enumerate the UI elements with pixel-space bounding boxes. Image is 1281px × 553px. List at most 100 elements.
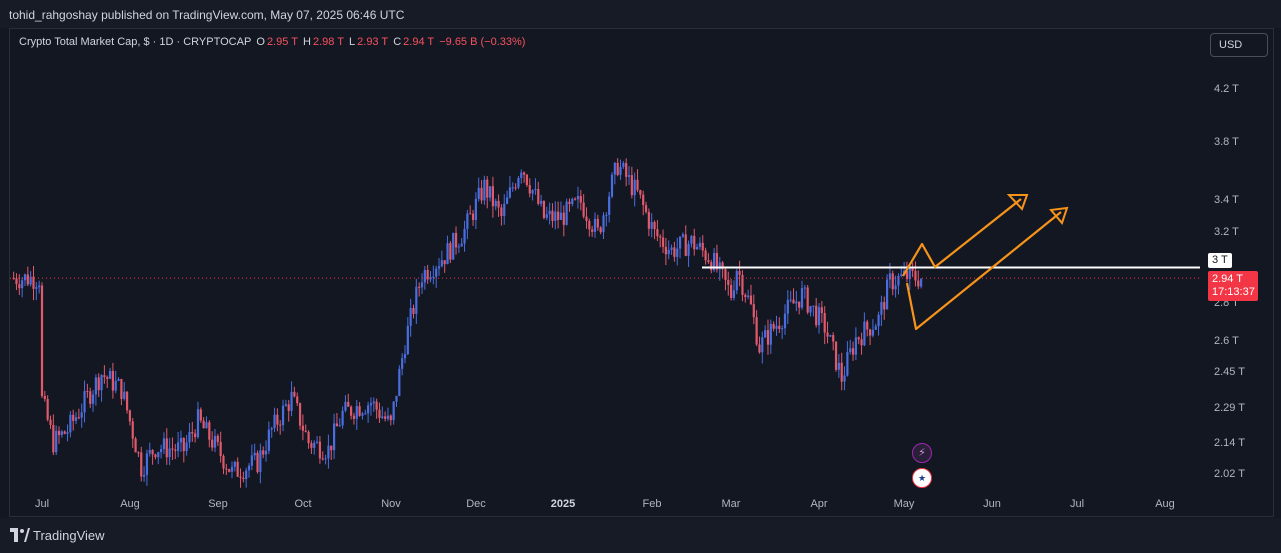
price-tick: 3.4 T — [1214, 194, 1239, 206]
publisher-bar: tohid_rahgoshay published on TradingView… — [0, 0, 1281, 28]
candle-body — [508, 187, 512, 198]
candle-body — [298, 403, 302, 426]
chart-pane[interactable]: Crypto Total Market Cap, $ · 1D · CRYPTO… — [9, 28, 1274, 517]
price-tick: 2.29 T — [1214, 402, 1245, 414]
candle-body — [704, 250, 707, 261]
time-tick: Jul — [1069, 498, 1085, 510]
candle-body — [38, 285, 41, 288]
candle-body — [120, 379, 123, 399]
candle-body — [86, 391, 89, 393]
candle-body — [574, 198, 577, 200]
price-tick: 2.45 T — [1214, 366, 1245, 378]
candle-body — [264, 450, 268, 455]
candle-body — [815, 305, 818, 326]
candle-body — [304, 430, 307, 432]
high-key: H — [303, 36, 311, 48]
candle-body — [803, 287, 806, 289]
candle-body — [596, 218, 599, 228]
price-chart[interactable] — [10, 29, 1273, 516]
candle-body — [764, 330, 767, 338]
candle-body — [318, 441, 322, 459]
candle-body — [786, 299, 789, 314]
open-key: O — [256, 36, 265, 48]
currency-button[interactable]: USD — [1210, 33, 1268, 57]
candle-body — [432, 276, 435, 278]
candle-body — [440, 260, 443, 267]
candle-body — [769, 323, 772, 345]
candle-body — [154, 454, 157, 458]
candle-body — [520, 172, 523, 178]
candle-body — [358, 406, 361, 416]
open-value: 2.95 T — [266, 36, 298, 48]
candle-body — [644, 205, 648, 212]
candle-body — [253, 452, 256, 456]
candle-body — [423, 269, 426, 283]
candle-body — [695, 246, 699, 250]
candle-body — [384, 416, 387, 419]
candle-body — [310, 443, 313, 448]
candle-body — [639, 190, 642, 195]
us-flag-icon[interactable]: ★ — [912, 468, 932, 488]
candle-body — [392, 401, 395, 421]
candle-body — [880, 302, 883, 315]
candle-body — [605, 214, 608, 216]
candle-body — [367, 405, 370, 414]
candle-body — [832, 335, 835, 342]
candle-body — [128, 410, 132, 422]
candle-body — [534, 189, 537, 191]
candle-body — [327, 445, 330, 459]
candle-body — [525, 174, 529, 186]
candle-body — [474, 198, 477, 221]
candle-body — [293, 391, 296, 397]
candle-body — [766, 330, 770, 345]
time-tick: Mar — [721, 498, 741, 510]
candle-body — [551, 210, 554, 221]
candles — [12, 158, 923, 488]
candle-body — [568, 201, 571, 205]
candle-body — [205, 422, 208, 429]
candle-body — [403, 354, 407, 359]
candle-body — [239, 476, 242, 478]
candle-body — [466, 213, 469, 229]
candle-body — [313, 442, 316, 448]
lightning-icon[interactable]: ⚡ — [912, 443, 932, 463]
tradingview-logo-icon[interactable] — [10, 528, 30, 542]
candle-body — [418, 286, 421, 288]
candle-body — [114, 380, 117, 391]
candle-body — [245, 470, 248, 480]
candle-body — [557, 211, 560, 220]
candle-body — [747, 295, 750, 298]
candle-body — [194, 433, 197, 438]
symbol-legend[interactable]: Crypto Total Market Cap, $ · 1D · CRYPTO… — [19, 36, 527, 48]
symbol-title[interactable]: Crypto Total Market Cap, $ · 1D · CRYPTO… — [19, 36, 251, 48]
candle-body — [894, 285, 897, 290]
candle-body — [616, 162, 619, 175]
candle-body — [588, 220, 591, 230]
candle-body — [452, 232, 455, 260]
candle-body — [613, 162, 616, 175]
candle-body — [165, 438, 168, 458]
candle-body — [667, 249, 670, 255]
candle-body — [877, 314, 880, 327]
candle-body — [727, 279, 730, 285]
candle-body — [213, 435, 217, 448]
candle-body — [511, 187, 514, 189]
candle-body — [500, 207, 503, 217]
candle-body — [710, 262, 713, 271]
candle-body — [196, 409, 200, 438]
candle-body — [446, 243, 449, 265]
candle-body — [659, 236, 662, 238]
candle-body — [505, 197, 509, 204]
price-tick: 4.2 T — [1214, 83, 1239, 95]
candle-body — [398, 368, 401, 396]
time-tick: Apr — [810, 498, 828, 510]
candle-body — [108, 370, 112, 379]
candle-body — [554, 211, 557, 221]
candle-body — [480, 187, 483, 201]
candle-body — [885, 279, 889, 310]
candle-body — [21, 280, 24, 289]
zigzag-arrow-path[interactable] — [902, 198, 1022, 277]
candle-body — [687, 243, 690, 256]
tradingview-brand[interactable]: TradingView — [33, 528, 105, 543]
candle-body — [744, 294, 747, 298]
